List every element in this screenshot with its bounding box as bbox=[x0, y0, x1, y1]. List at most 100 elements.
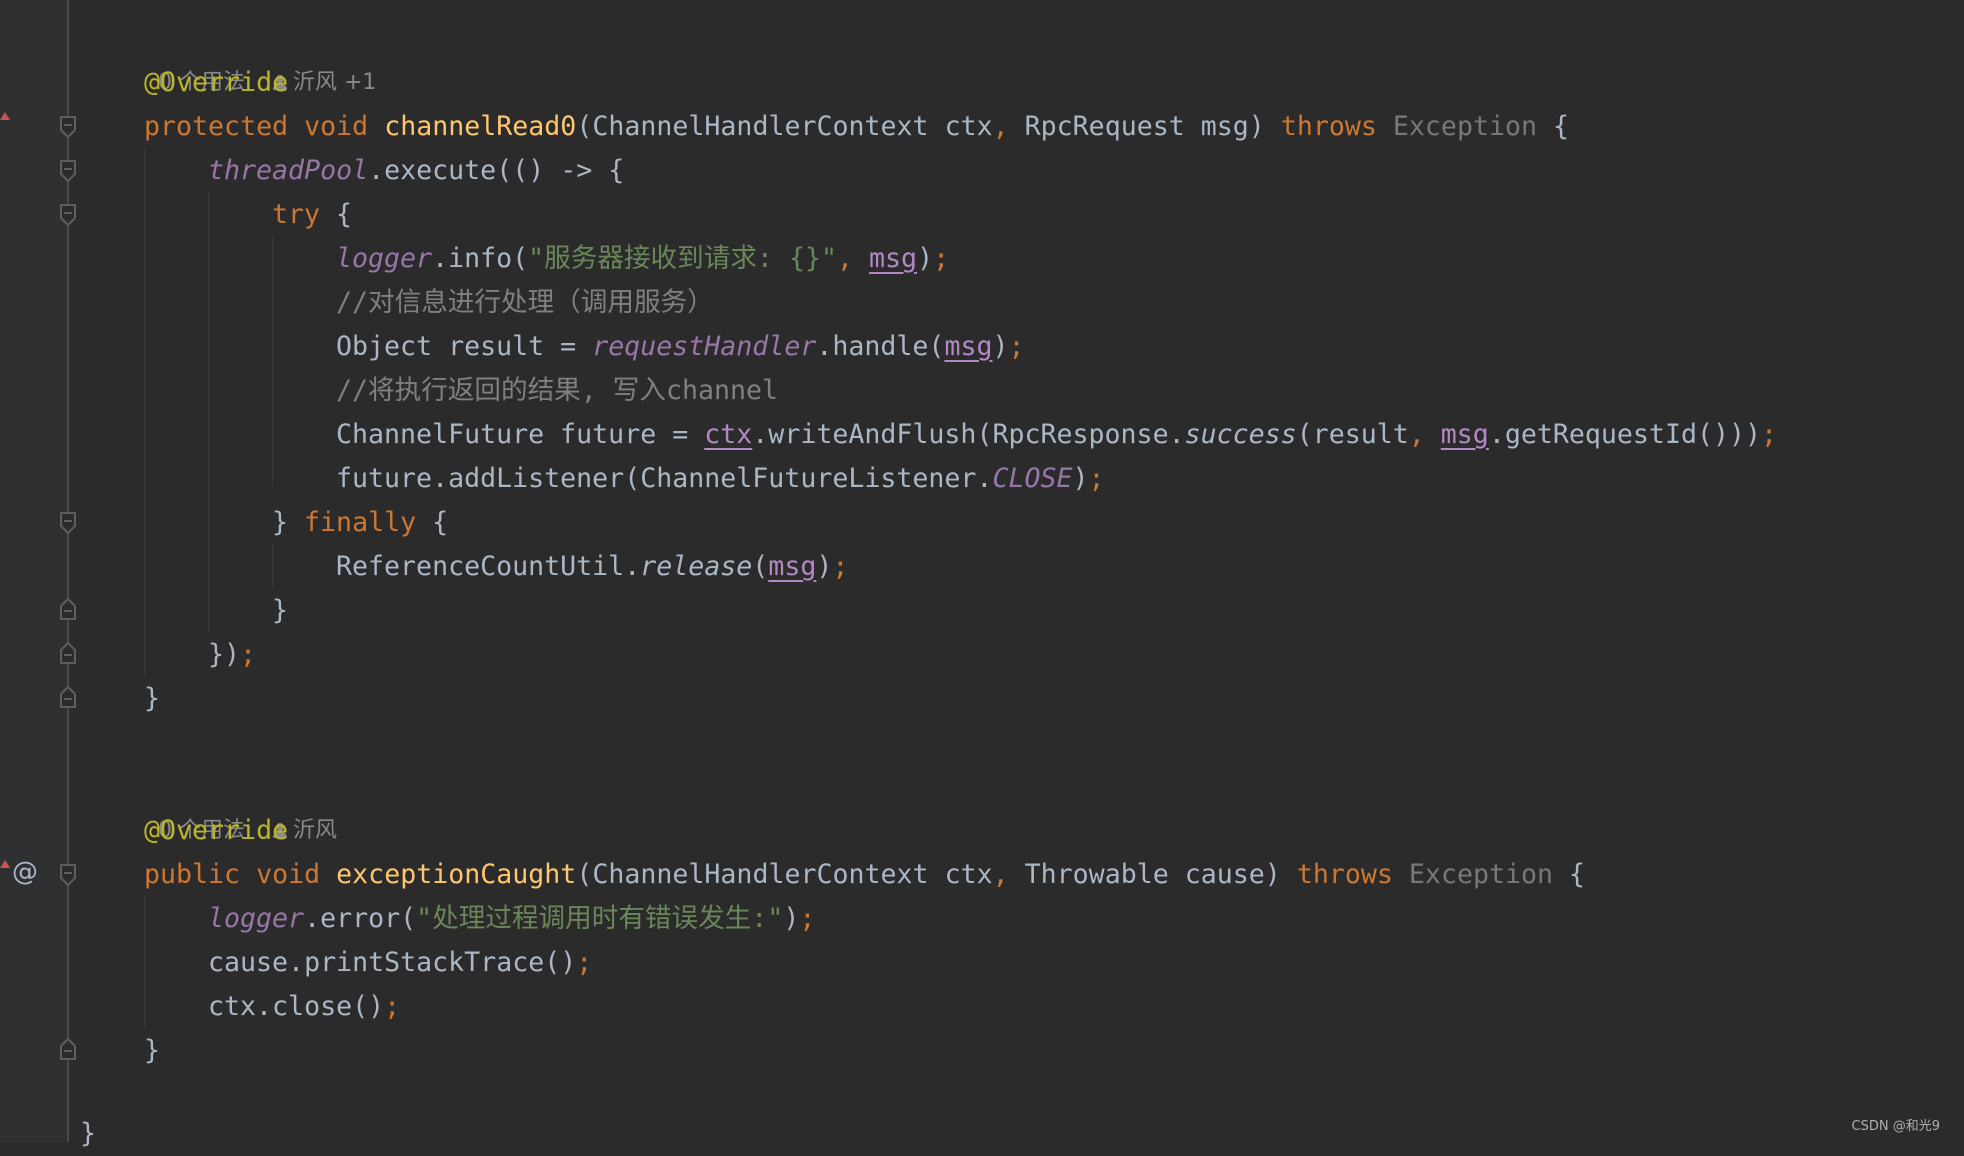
brace: } bbox=[144, 683, 161, 714]
constant: CLOSE bbox=[992, 463, 1073, 494]
method-name: channelRead0 bbox=[384, 111, 577, 142]
static-method: release bbox=[640, 551, 753, 582]
semicolon: ; bbox=[240, 639, 257, 670]
brace: { bbox=[320, 199, 353, 230]
exception-type: Exception bbox=[1376, 111, 1537, 142]
keyword: public bbox=[144, 859, 241, 890]
fold-end-icon[interactable] bbox=[59, 598, 77, 620]
brace: { bbox=[1553, 859, 1586, 890]
param-ref: ctx bbox=[704, 419, 753, 450]
fold-collapse-icon[interactable] bbox=[59, 204, 77, 226]
implements-at-icon[interactable]: @ bbox=[12, 857, 38, 887]
field: threadPool bbox=[208, 155, 369, 186]
code-line: logger.error("处理过程调用时有错误发生:"); bbox=[208, 897, 815, 941]
static-method: success bbox=[1184, 419, 1297, 450]
semicolon: ; bbox=[832, 551, 849, 582]
indent-guide bbox=[144, 148, 145, 676]
annotation: @Override bbox=[144, 67, 289, 98]
comma: , bbox=[992, 111, 1009, 142]
semicolon: ; bbox=[384, 991, 401, 1022]
field: logger bbox=[208, 903, 305, 934]
override-marker-icon[interactable] bbox=[0, 112, 10, 120]
fold-end-icon[interactable] bbox=[59, 642, 77, 664]
code-text: ReferenceCountUtil. bbox=[336, 551, 641, 582]
code-line: } bbox=[144, 677, 160, 721]
indent-guide bbox=[144, 896, 145, 1028]
param-ref: msg bbox=[1440, 419, 1489, 450]
fold-collapse-icon[interactable] bbox=[59, 116, 77, 138]
code-text: ) bbox=[917, 243, 934, 274]
code-text: .error( bbox=[304, 903, 417, 934]
semicolon: ; bbox=[576, 947, 593, 978]
fold-end-icon[interactable] bbox=[59, 686, 77, 708]
semicolon: ; bbox=[1088, 463, 1105, 494]
semicolon: ; bbox=[1008, 331, 1025, 362]
code-line: //将执行返回的结果, 写入channel bbox=[336, 369, 778, 413]
code-text: ( bbox=[752, 551, 769, 582]
comma: , bbox=[1408, 419, 1425, 450]
watermark: CSDN @和光9 bbox=[1851, 1119, 1940, 1134]
fold-collapse-icon[interactable] bbox=[59, 864, 77, 886]
code-line: cause.printStackTrace(); bbox=[208, 941, 592, 985]
code-line: } bbox=[144, 1029, 160, 1073]
brace: } bbox=[80, 1118, 97, 1149]
semicolon: ; bbox=[1761, 419, 1778, 450]
brace: } bbox=[272, 595, 289, 626]
code-line: ReferenceCountUtil.release(msg); bbox=[336, 545, 848, 589]
field: logger bbox=[336, 243, 433, 274]
keyword: void bbox=[256, 859, 321, 890]
params: Throwable cause) bbox=[1008, 859, 1297, 890]
code-line: @Override bbox=[144, 809, 288, 853]
keyword: protected bbox=[144, 111, 289, 142]
semicolon: ; bbox=[933, 243, 950, 274]
code-lens[interactable]: 0 个用法 沂风 bbox=[144, 765, 337, 843]
brace: } bbox=[272, 507, 305, 538]
code-text: .getRequestId())) bbox=[1488, 419, 1762, 450]
author-name[interactable]: 沂风 bbox=[293, 818, 337, 843]
indent-guide bbox=[272, 236, 273, 486]
code-text: cause.printStackTrace() bbox=[208, 947, 577, 978]
fold-collapse-icon[interactable] bbox=[59, 512, 77, 534]
semicolon: ; bbox=[799, 903, 816, 934]
string-literal: "服务器接收到请求: {}" bbox=[528, 243, 837, 274]
params: RpcRequest msg) bbox=[1008, 111, 1281, 142]
code-line: threadPool.execute(() -> { bbox=[208, 149, 624, 193]
field: requestHandler bbox=[592, 331, 817, 362]
params: (ChannelHandlerContext ctx bbox=[576, 859, 993, 890]
code-line: @Override bbox=[144, 61, 288, 105]
code-lens[interactable]: 0 个用法 沂风 +1 bbox=[144, 17, 376, 95]
code-text: .execute(() -> { bbox=[368, 155, 625, 186]
code-line: } bbox=[272, 589, 288, 633]
keyword: throws bbox=[1296, 859, 1393, 890]
code-text: ) bbox=[1072, 463, 1089, 494]
param-ref: msg bbox=[944, 331, 993, 362]
comma: , bbox=[836, 243, 853, 274]
params: (ChannelHandlerContext ctx bbox=[576, 111, 993, 142]
fold-collapse-icon[interactable] bbox=[59, 160, 77, 182]
code-line: ChannelFuture future = ctx.writeAndFlush… bbox=[336, 413, 1777, 457]
brace: }) bbox=[208, 639, 241, 670]
override-marker-icon[interactable] bbox=[0, 860, 10, 868]
code-line: ctx.close(); bbox=[208, 985, 400, 1029]
fold-end-icon[interactable] bbox=[59, 1038, 77, 1060]
comment: //对信息进行处理（调用服务） bbox=[336, 287, 714, 318]
method-name: exceptionCaught bbox=[336, 859, 577, 890]
keyword: throws bbox=[1280, 111, 1377, 142]
code-text: future.addListener(ChannelFutureListener… bbox=[336, 463, 993, 494]
code-text: ChannelFuture future = bbox=[336, 419, 705, 450]
indent-guide bbox=[272, 544, 273, 588]
comment: //将执行返回的结果, 写入channel bbox=[336, 375, 779, 406]
code-text: ctx.close() bbox=[208, 991, 385, 1022]
code-line: try { bbox=[272, 193, 352, 237]
brace: { bbox=[1537, 111, 1570, 142]
brace: } bbox=[144, 1035, 161, 1066]
exception-type: Exception bbox=[1392, 859, 1554, 890]
brace: { bbox=[416, 507, 449, 538]
code-line: }); bbox=[208, 633, 256, 677]
code-line: } finally { bbox=[272, 501, 448, 545]
param-ref: msg bbox=[768, 551, 817, 582]
code-text: .writeAndFlush(RpcResponse. bbox=[752, 419, 1185, 450]
annotation: @Override bbox=[144, 815, 289, 846]
author-name[interactable]: 沂风 +1 bbox=[293, 70, 376, 95]
string-literal: "处理过程调用时有错误发生:" bbox=[416, 903, 784, 934]
